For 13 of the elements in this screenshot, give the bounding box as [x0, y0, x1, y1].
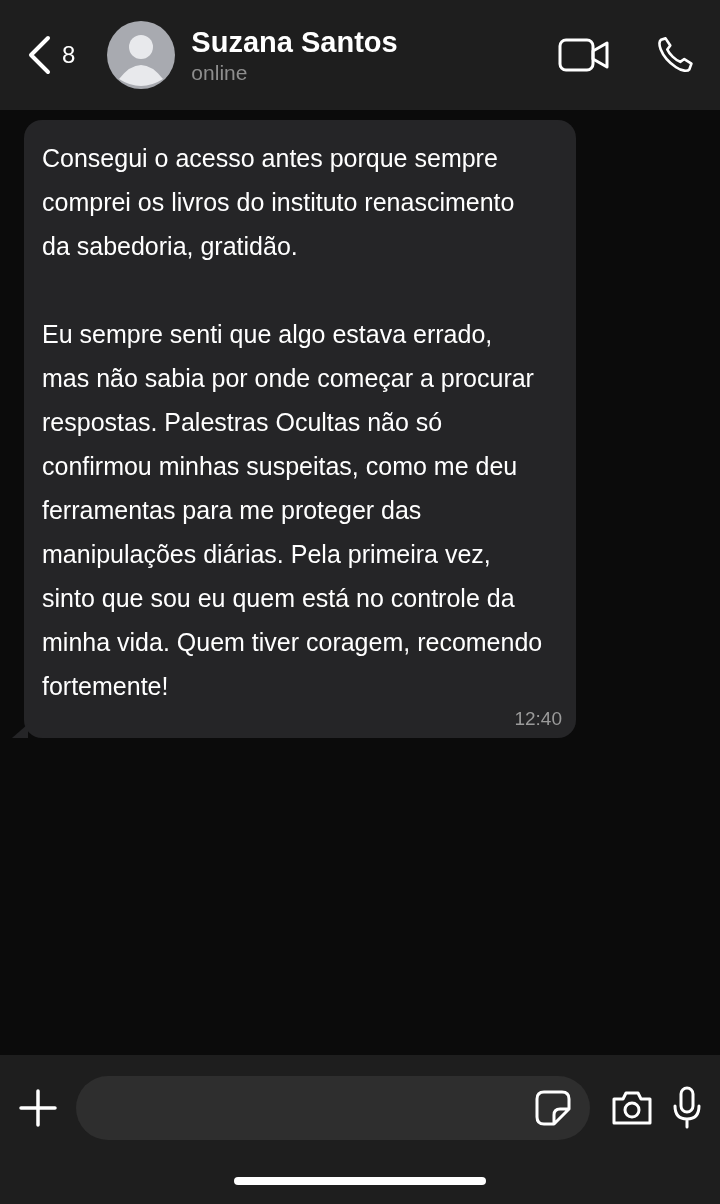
plus-icon[interactable] — [18, 1088, 58, 1128]
message-time: 12:40 — [514, 708, 562, 730]
message-text: Consegui o acesso antes porque sempre comprei os livros do instituto renascimento da sabedoria, gratidão. — [42, 143, 516, 262]
back-chevron-icon — [26, 35, 52, 75]
avatar-icon[interactable] — [107, 21, 176, 89]
back-button[interactable]: 8 — [26, 35, 76, 75]
sticker-icon[interactable] — [534, 1089, 572, 1127]
contact-name: Suzana Santos — [191, 25, 399, 59]
camera-icon[interactable] — [610, 1090, 654, 1126]
microphone-icon[interactable] — [672, 1086, 702, 1130]
message-text: Eu sempre senti que algo estava errado, mas não sabia por onde começar a procurar respostas. Palestras Ocultas não só confirmou minhas suspeitas, como me deu ferramentas para me proteger das manipulações diárias. Pela primeira vez, sinto que sou eu quem está no controle da minha vida. Quem tiver coragem, recomendo fortemente! — [42, 319, 544, 702]
contact-status: online — [191, 60, 249, 85]
video-camera-icon[interactable] — [558, 38, 610, 72]
